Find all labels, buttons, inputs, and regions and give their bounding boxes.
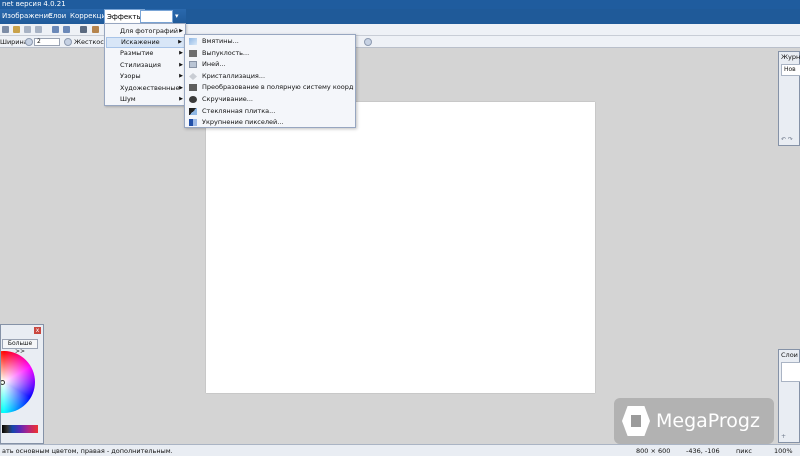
crystallize-icon bbox=[189, 73, 197, 80]
megaprogz-logo-icon bbox=[622, 406, 650, 436]
bulge-icon bbox=[189, 50, 197, 57]
submenu-arrow-icon: ▶ bbox=[179, 73, 183, 79]
distort-submenu: Вмятины... Выпуклость... Иней... Кристал… bbox=[184, 34, 356, 128]
brush-width-icon bbox=[25, 38, 33, 46]
layers-panel: Слои + bbox=[778, 349, 800, 443]
menu-item-label: Кристаллизация... bbox=[202, 72, 266, 80]
window-title: net версия 4.0.21 bbox=[2, 0, 66, 8]
menu-item-label: Вмятины... bbox=[202, 37, 239, 45]
color-palette[interactable] bbox=[2, 425, 38, 433]
dents-icon bbox=[189, 38, 197, 45]
menu-item-label: Размытие bbox=[120, 49, 154, 57]
zoom-level[interactable]: 100% bbox=[774, 445, 793, 456]
submenu-arrow-icon: ▶ bbox=[179, 96, 183, 102]
blend-mode-icon[interactable] bbox=[364, 38, 372, 46]
frost-icon bbox=[189, 61, 197, 68]
watermark-text: MegaProgz bbox=[656, 410, 760, 432]
hardness-icon bbox=[64, 38, 72, 46]
status-hint: ать основным цветом, правая - дополнител… bbox=[2, 447, 173, 455]
image-tab-thumbnail[interactable] bbox=[140, 10, 173, 23]
new-file-icon[interactable] bbox=[2, 26, 9, 33]
submenu-arrow-icon: ▶ bbox=[178, 39, 182, 45]
units-select[interactable]: пикс bbox=[736, 445, 752, 456]
history-panel: Журна... Нов ↶ ↷ bbox=[778, 51, 800, 146]
status-bar: ать основным цветом, правая - дополнител… bbox=[0, 444, 800, 456]
menu-item-label: Для фотографий bbox=[120, 27, 179, 35]
menu-bar-filler bbox=[186, 9, 800, 24]
effects-menu-item-stylize[interactable]: Стилизация ▶ bbox=[106, 60, 185, 71]
cursor-coordinates: -436, -106 bbox=[686, 447, 720, 455]
history-undo-icon[interactable]: ↶ ↷ bbox=[781, 136, 793, 143]
submenu-arrow-icon: ▶ bbox=[179, 50, 183, 56]
menu-item-label: Шум bbox=[120, 95, 136, 103]
effects-menu-item-distort[interactable]: Искажение ▶ bbox=[106, 37, 185, 48]
menu-effects[interactable]: Эффекты bbox=[104, 9, 145, 24]
ruler-icon[interactable] bbox=[92, 26, 99, 33]
submenu-item-dents[interactable]: Вмятины... bbox=[186, 36, 354, 47]
chevron-down-icon[interactable]: ▾ bbox=[175, 10, 179, 23]
polar-icon bbox=[189, 84, 197, 91]
submenu-arrow-icon: ▶ bbox=[179, 85, 183, 91]
menu-item-label: Иней... bbox=[202, 60, 226, 68]
submenu-item-pixelate[interactable]: Укрупнение пикселей... bbox=[186, 117, 354, 128]
copy-icon[interactable] bbox=[35, 26, 42, 33]
colors-panel: x Больше >> bbox=[0, 324, 44, 444]
menu-image[interactable]: Изображение bbox=[2, 9, 52, 24]
layer-item-background[interactable] bbox=[781, 362, 800, 382]
close-icon[interactable]: x bbox=[34, 327, 41, 334]
history-list-item[interactable]: Нов bbox=[781, 64, 800, 76]
add-layer-icon[interactable]: + bbox=[781, 433, 786, 440]
menu-item-label: Скручивание... bbox=[202, 95, 253, 103]
submenu-item-bulge[interactable]: Выпуклость... bbox=[186, 48, 354, 59]
menu-item-label: Художественные bbox=[120, 84, 180, 92]
submenu-item-crystallize[interactable]: Кристаллизация... bbox=[186, 71, 354, 82]
menu-item-label: Искажение bbox=[121, 38, 160, 46]
more-colors-button[interactable]: Больше >> bbox=[2, 339, 38, 355]
menu-layers[interactable]: Слои bbox=[48, 9, 66, 24]
effects-menu-item-photo[interactable]: Для фотографий ▶ bbox=[106, 26, 185, 37]
watermark: MegaProgz bbox=[614, 398, 774, 444]
color-wheel[interactable] bbox=[1, 351, 35, 413]
menu-item-label: Узоры bbox=[120, 72, 141, 80]
submenu-arrow-icon: ▶ bbox=[179, 28, 183, 34]
submenu-item-tile[interactable]: Стеклянная плитка... bbox=[186, 106, 354, 117]
submenu-item-twist[interactable]: Скручивание... bbox=[186, 94, 354, 105]
image-canvas[interactable] bbox=[206, 102, 595, 393]
undo-icon[interactable] bbox=[52, 26, 59, 33]
effects-menu-item-artistic[interactable]: Художественные ▶ bbox=[106, 83, 185, 94]
submenu-item-frost[interactable]: Иней... bbox=[186, 59, 354, 70]
menu-item-label: Преобразование в полярную систему коорди… bbox=[202, 83, 354, 91]
menu-item-label: Стилизация bbox=[120, 61, 161, 69]
paste-icon[interactable] bbox=[13, 26, 20, 33]
grid-icon[interactable] bbox=[80, 26, 87, 33]
brush-width-input[interactable]: 2 bbox=[34, 38, 60, 46]
color-wheel-area bbox=[1, 351, 43, 421]
effects-menu-item-blur[interactable]: Размытие ▶ bbox=[106, 48, 185, 59]
redo-icon[interactable] bbox=[63, 26, 70, 33]
effects-menu-item-render[interactable]: Узоры ▶ bbox=[106, 71, 185, 82]
tile-icon bbox=[189, 108, 197, 115]
effects-menu-item-noise[interactable]: Шум ▶ bbox=[106, 94, 185, 105]
twist-icon bbox=[189, 96, 197, 103]
menu-item-label: Укрупнение пикселей... bbox=[202, 118, 284, 126]
submenu-item-polar[interactable]: Преобразование в полярную систему коорди… bbox=[186, 82, 354, 93]
submenu-arrow-icon: ▶ bbox=[179, 62, 183, 68]
image-size: 800 × 600 bbox=[636, 447, 671, 455]
history-panel-title: Журна... bbox=[781, 53, 800, 61]
menu-item-label: Стеклянная плитка... bbox=[202, 107, 276, 115]
effects-menu: Для фотографий ▶ Искажение ▶ Размытие ▶ … bbox=[104, 23, 186, 106]
layers-panel-title: Слои bbox=[781, 351, 798, 359]
cut-icon[interactable] bbox=[24, 26, 31, 33]
title-bar: net версия 4.0.21 bbox=[0, 0, 800, 9]
menu-item-label: Выпуклость... bbox=[202, 49, 250, 57]
pixelate-icon bbox=[189, 119, 197, 126]
